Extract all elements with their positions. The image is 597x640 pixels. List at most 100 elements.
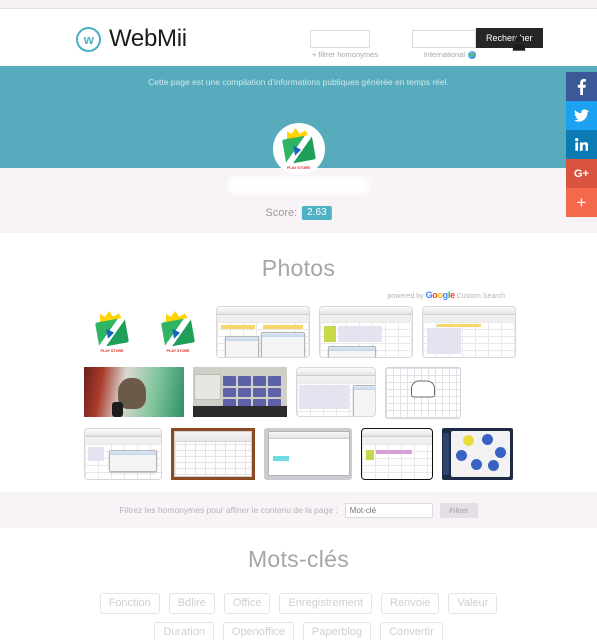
card-grid: [222, 376, 281, 409]
google-wordmark: Google: [425, 290, 456, 300]
mac-screen: [267, 431, 350, 476]
selected-range: [426, 328, 461, 354]
twitter-icon: [574, 109, 589, 122]
keyword-chip[interactable]: Openoffice: [222, 622, 294, 640]
googleplus-glyph: G+: [574, 167, 589, 180]
spreadsheet-grid: [84, 444, 161, 479]
search-button[interactable]: Rechercher: [476, 28, 543, 48]
photo-thumb-5[interactable]: [421, 306, 516, 358]
window-titlebar: [361, 429, 432, 437]
diagram-node: [471, 459, 483, 471]
window-titlebar: [422, 307, 515, 315]
photo-row: [83, 367, 514, 419]
keyword-chip[interactable]: Renvoie: [381, 593, 440, 614]
filter-keyword-input[interactable]: [344, 502, 433, 518]
photo-row: [83, 428, 514, 480]
highlight-cells: [436, 324, 481, 327]
crown-cube-logo-icon: PLAY STORE: [159, 311, 197, 353]
filter-homonyms-link[interactable]: + filtrer homonymes: [312, 50, 378, 59]
logo-caption: PLAY STORE: [166, 348, 190, 353]
spreadsheet-grid: [296, 383, 375, 416]
left-rail: [442, 433, 450, 475]
powered-suffix: Custom Search: [456, 293, 505, 300]
profile-name-redacted: [228, 177, 369, 194]
lastname-field-group: International: [412, 28, 476, 59]
keyword-row: Duration Openoffice Paperblog Convertir: [0, 622, 597, 640]
photo-thumb-12[interactable]: [263, 428, 352, 480]
photo-thumb-6[interactable]: [83, 367, 184, 417]
side-panel: [352, 385, 375, 416]
highlight-cells: [273, 449, 289, 454]
device-box: [194, 374, 221, 400]
linkedin-icon: [575, 138, 588, 151]
filter-submit-button[interactable]: Filtrer: [439, 502, 478, 518]
region-selector[interactable]: International: [424, 50, 476, 59]
google-custom-search-attribution: powered by Google Custom Search: [0, 290, 597, 300]
share-googleplus-button[interactable]: G+: [566, 159, 597, 188]
photos-section: Photos powered by Google Custom Search P…: [0, 233, 597, 480]
photo-thumb-2[interactable]: PLAY STORE: [149, 306, 207, 358]
banner-text: Cette page est une compilation d'informa…: [148, 77, 449, 87]
keywords-section: Mots-clés Fonction Bdlire Office Enregis…: [0, 528, 597, 640]
spreadsheet-grid: [361, 444, 432, 479]
crown-cube-logo-icon: PLAY STORE: [93, 311, 131, 353]
score-badge: 2.63: [302, 206, 332, 220]
photo-thumb-14[interactable]: [441, 428, 513, 480]
keyword-chip[interactable]: Bdlire: [168, 593, 215, 614]
photo-row: PLAY STORE PLAY STORE: [83, 306, 516, 358]
caption-bar: [192, 406, 287, 417]
site-header: w WebMii + filtrer homonymes Internation…: [0, 9, 597, 66]
browser-top-strip: [0, 0, 597, 9]
keyword-row: Fonction Bdlire Office Enregistrement Re…: [0, 593, 597, 614]
diagram-node: [494, 446, 506, 458]
photo-thumb-4[interactable]: [318, 306, 413, 358]
keyword-chip[interactable]: Paperblog: [302, 622, 372, 640]
photo-thumb-11[interactable]: [170, 428, 255, 480]
profile-section: PLAY STORE Score: 2.63: [0, 123, 597, 233]
brand-logo[interactable]: w WebMii: [76, 25, 187, 53]
cloud-shape-icon: [410, 380, 435, 398]
photo-grid: PLAY STORE PLAY STORE: [83, 306, 516, 480]
share-more-button[interactable]: +: [566, 188, 597, 217]
share-facebook-button[interactable]: [566, 72, 597, 101]
brand-name-text: WebMii: [109, 25, 187, 52]
keyword-chip[interactable]: Enregistrement: [279, 593, 373, 614]
photo-thumb-7[interactable]: [192, 367, 287, 417]
crown-cube-logo-icon: PLAY STORE: [280, 128, 318, 170]
photo-thumb-3[interactable]: [215, 306, 310, 358]
highlight-cells: [273, 442, 289, 447]
diagram-node: [456, 450, 468, 462]
keywords-title: Mots-clés: [247, 546, 350, 572]
spreadsheet-grid: [422, 322, 515, 357]
cube-shape: [281, 134, 316, 165]
search-input-lastname[interactable]: [412, 29, 476, 48]
user-account-icon[interactable]: [512, 35, 526, 51]
photo-thumb-1[interactable]: PLAY STORE: [83, 306, 141, 358]
window-titlebar: [84, 429, 161, 437]
region-label: International: [423, 50, 465, 59]
keyword-chip[interactable]: Office: [223, 593, 271, 614]
keyword-chip[interactable]: Convertir: [380, 622, 443, 640]
diagram-node: [487, 460, 499, 472]
profile-avatar[interactable]: PLAY STORE: [272, 123, 325, 175]
photo-thumb-9[interactable]: [384, 367, 461, 419]
powered-prefix: powered by: [387, 293, 424, 300]
keyword-chip[interactable]: Duration: [154, 622, 214, 640]
highlight-cells: [323, 326, 336, 342]
share-linkedin-button[interactable]: [566, 130, 597, 159]
photos-title: Photos: [261, 255, 336, 281]
microphone: [111, 402, 123, 417]
photo-thumb-10[interactable]: [83, 428, 162, 480]
photo-thumb-13[interactable]: [360, 428, 433, 480]
shape-box: [224, 336, 259, 357]
plus-glyph: +: [576, 192, 587, 212]
photo-thumb-8[interactable]: [295, 367, 376, 417]
dialog-box: [260, 332, 305, 357]
keyword-chip[interactable]: Fonction: [99, 593, 160, 614]
keyword-chip[interactable]: Valeur: [448, 593, 498, 614]
diagram-canvas: [451, 431, 510, 477]
share-twitter-button[interactable]: [566, 101, 597, 130]
spreadsheet-grid: [216, 322, 309, 357]
social-share-rail: G+ +: [566, 72, 597, 217]
search-input-firstname[interactable]: [310, 29, 370, 48]
